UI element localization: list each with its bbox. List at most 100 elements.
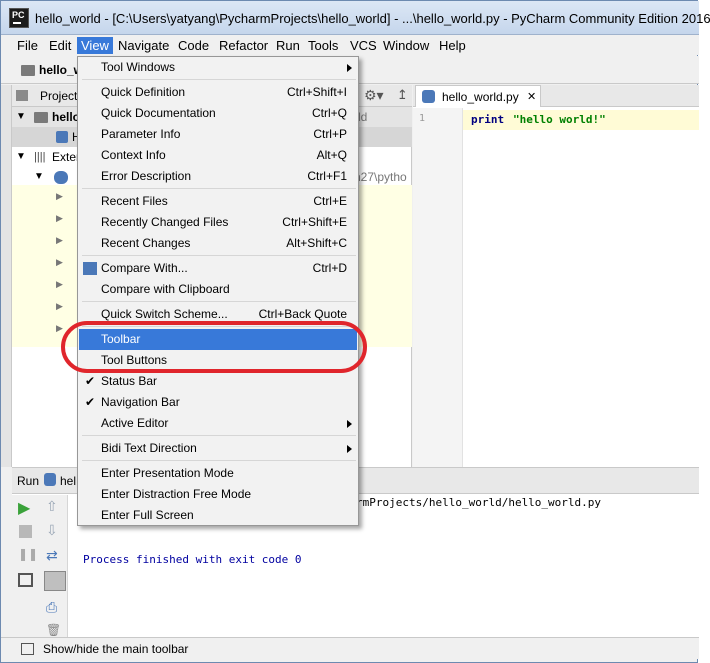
interpreter-path-fragment: n27\pytho: [354, 170, 407, 184]
down-arrow-icon[interactable]: ⇩: [46, 522, 58, 539]
tab-hello-world[interactable]: hello_world.py ✕: [415, 85, 541, 107]
menu-window[interactable]: Window: [379, 37, 433, 54]
submenu-arrow-icon: [347, 64, 352, 72]
menu-item-quick-definition[interactable]: Quick Definition Ctrl+Shift+I: [79, 82, 357, 103]
menu-item-label: Navigation Bar: [101, 395, 180, 409]
run-toolbar: ▶ ⇧ ⇩ ❚❚ ⇄ ⎙ 🗑: [12, 495, 68, 638]
editor-tabs: hello_world.py ✕: [413, 85, 699, 107]
menu-item-tool-windows[interactable]: Tool Windows: [79, 57, 357, 78]
menu-item-label: Compare with Clipboard: [101, 282, 230, 296]
menu-bar: File Edit View Navigate Code Refactor Ru…: [1, 35, 699, 55]
menu-item-presentation-mode[interactable]: Enter Presentation Mode: [79, 463, 357, 484]
menu-item-recently-changed-files[interactable]: Recently Changed Files Ctrl+Shift+E: [79, 212, 357, 233]
checkmark-icon: ✔: [85, 395, 96, 409]
scroll-to-end-icon[interactable]: [44, 571, 66, 591]
line-number: 1: [419, 113, 426, 124]
code-keyword: print: [471, 113, 505, 126]
menu-navigate[interactable]: Navigate: [114, 37, 173, 54]
menu-item-shortcut: Ctrl+F1: [307, 169, 347, 183]
menu-item-compare-clipboard[interactable]: Compare with Clipboard: [79, 279, 357, 300]
gear-icon[interactable]: ⚙▾: [364, 87, 384, 104]
separator: [82, 79, 356, 80]
pause-icon[interactable]: ❚❚: [18, 547, 38, 561]
menu-item-quick-documentation[interactable]: Quick Documentation Ctrl+Q: [79, 103, 357, 124]
menu-help[interactable]: Help: [435, 37, 470, 54]
menu-item-active-editor[interactable]: Active Editor: [79, 413, 357, 434]
menu-item-context-info[interactable]: Context Info Alt+Q: [79, 145, 357, 166]
close-icon[interactable]: ✕: [527, 86, 536, 108]
title-bar: PC hello_world - [C:\Users\yatyang\Pycha…: [1, 1, 710, 35]
menu-item-full-screen[interactable]: Enter Full Screen: [79, 505, 357, 526]
hide-panel-icon[interactable]: ↥: [397, 87, 408, 103]
status-bar: Show/hide the main toolbar: [1, 637, 699, 659]
menu-view[interactable]: View: [77, 37, 113, 54]
menu-item-label: Tool Windows: [101, 60, 176, 74]
stop-icon[interactable]: [19, 525, 32, 538]
menu-item-label: Recently Changed Files: [101, 215, 229, 229]
tree-root-label: hello: [52, 110, 81, 124]
menu-item-shortcut: Ctrl+Shift+I: [286, 85, 347, 99]
menu-item-shortcut: Ctrl+P: [313, 127, 347, 141]
project-icon: [16, 90, 28, 101]
menu-item-recent-changes[interactable]: Recent Changes Alt+Shift+C: [79, 233, 357, 254]
menu-item-recent-files[interactable]: Recent Files Ctrl+E: [79, 191, 357, 212]
collapsed-arrow-icon[interactable]: ▶: [56, 213, 63, 224]
collapsed-arrow-icon[interactable]: ▶: [56, 323, 63, 334]
separator: [82, 255, 356, 256]
current-line[interactable]: print "hello world!": [463, 110, 699, 130]
up-arrow-icon[interactable]: ⇧: [46, 498, 58, 515]
menu-item-parameter-info[interactable]: Parameter Info Ctrl+P: [79, 124, 357, 145]
red-highlight-annotation: [61, 321, 367, 373]
delete-icon[interactable]: 🗑: [46, 623, 61, 637]
menu-item-label: Quick Documentation: [101, 106, 216, 120]
wrap-icon[interactable]: ⇄: [46, 547, 58, 564]
rerun-icon[interactable]: ▶: [18, 498, 30, 518]
menu-item-shortcut: Ctrl+E: [313, 194, 347, 208]
menu-item-label: Context Info: [101, 148, 166, 162]
expand-arrow-icon[interactable]: ▼: [16, 147, 26, 167]
menu-item-status-bar[interactable]: ✔ Status Bar: [79, 371, 357, 392]
menu-edit[interactable]: Edit: [45, 37, 75, 54]
run-label: Run: [17, 474, 40, 488]
collapsed-arrow-icon[interactable]: ▶: [56, 257, 63, 268]
tool-window-toggle-icon[interactable]: [21, 643, 34, 655]
collapsed-arrow-icon[interactable]: ▶: [56, 301, 63, 312]
menu-item-bidi-text-direction[interactable]: Bidi Text Direction: [79, 438, 357, 459]
expand-arrow-icon[interactable]: ▼: [34, 167, 44, 187]
menu-item-shortcut: Ctrl+Q: [311, 106, 347, 120]
python-file-icon: [422, 90, 435, 103]
menu-item-compare-with[interactable]: Compare With... Ctrl+D: [79, 258, 357, 279]
collapsed-arrow-icon[interactable]: ▶: [56, 235, 63, 246]
collapsed-arrow-icon[interactable]: ▶: [56, 191, 63, 202]
collapsed-arrow-icon[interactable]: ▶: [56, 279, 63, 290]
menu-run[interactable]: Run: [272, 37, 304, 54]
submenu-arrow-icon: [347, 445, 352, 453]
print-icon[interactable]: ⎙: [46, 599, 57, 616]
project-tab-label[interactable]: Project: [40, 89, 77, 103]
menu-item-shortcut: Ctrl+D: [312, 261, 347, 275]
menu-item-error-description[interactable]: Error Description Ctrl+F1: [79, 166, 357, 187]
menu-item-distraction-free-mode[interactable]: Enter Distraction Free Mode: [79, 484, 357, 505]
menu-item-navigation-bar[interactable]: ✔ Navigation Bar: [79, 392, 357, 413]
layout-icon[interactable]: [18, 573, 33, 587]
separator: [82, 435, 356, 436]
menu-item-label: Compare With...: [101, 261, 188, 275]
menu-code[interactable]: Code: [174, 37, 213, 54]
menu-item-label: Enter Distraction Free Mode: [101, 487, 252, 501]
folder-icon: [21, 65, 35, 76]
expand-arrow-icon[interactable]: ▼: [16, 107, 26, 127]
view-menu-dropdown: Tool Windows Quick Definition Ctrl+Shift…: [77, 56, 359, 526]
menu-refactor[interactable]: Refactor: [215, 37, 272, 54]
separator: [82, 188, 356, 189]
menu-file[interactable]: File: [13, 37, 42, 54]
menu-tools[interactable]: Tools: [304, 37, 342, 54]
left-tool-strip: [1, 85, 12, 467]
compare-icon: [83, 262, 97, 275]
tree-external-label: Exter: [52, 150, 81, 164]
menu-item-label: Error Description: [101, 169, 192, 183]
menu-vcs[interactable]: VCS: [346, 37, 381, 54]
menu-item-label: Bidi Text Direction: [101, 441, 197, 455]
code-string: "hello world!": [513, 113, 606, 126]
run-tab-label[interactable]: hel: [60, 474, 76, 488]
folder-icon: [34, 112, 48, 123]
